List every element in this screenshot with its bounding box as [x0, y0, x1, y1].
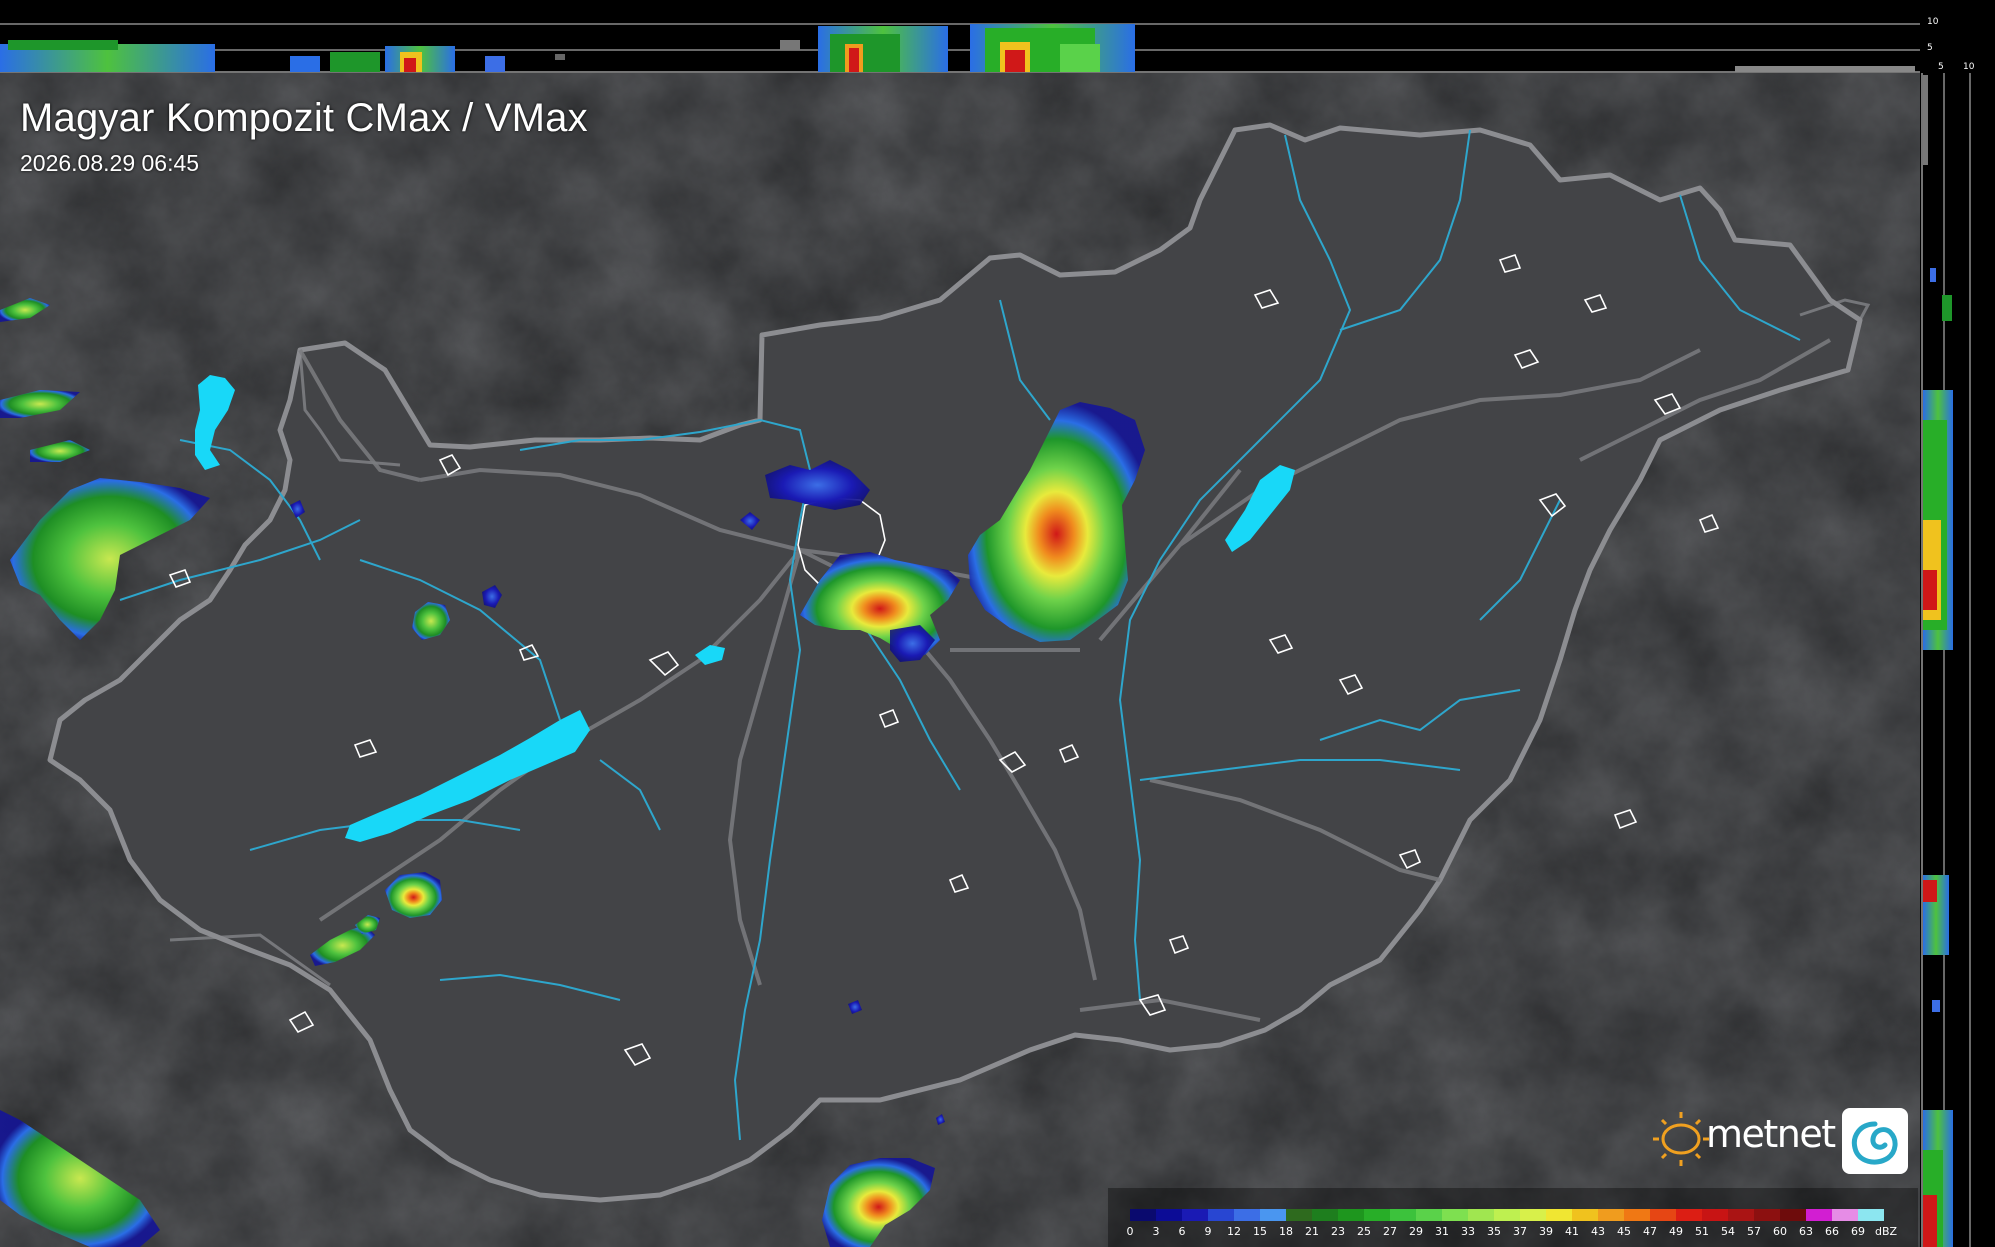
legend-tick-label: 57: [1747, 1225, 1761, 1238]
legend-tick-label: 21: [1305, 1225, 1319, 1238]
legend-swatch: [1156, 1209, 1182, 1221]
legend-swatch: [1416, 1209, 1442, 1221]
legend-swatch: [1338, 1209, 1364, 1221]
top-axis-label: 10: [1927, 17, 1939, 27]
right-axis-label: 10: [1963, 62, 1975, 72]
legend-tick-label: 49: [1669, 1225, 1683, 1238]
dbz-legend: 0 3 6 9 12 15 18 21 23 25 27 29 31 33 35 37 39 41 43 45 47 49…: [1108, 1188, 1918, 1247]
legend-swatch: [1494, 1209, 1520, 1221]
legend-swatch: [1546, 1209, 1572, 1221]
legend-swatch: [1260, 1209, 1286, 1221]
right-axis-label: 5: [1938, 62, 1944, 72]
legend-swatch: [1676, 1209, 1702, 1221]
legend-tick-label: 6: [1178, 1225, 1186, 1238]
legend-tick-label: 69: [1851, 1225, 1865, 1238]
legend-swatch: [1650, 1209, 1676, 1221]
legend-tick-label: 66: [1825, 1225, 1839, 1238]
legend-tick-label: 54: [1721, 1225, 1735, 1238]
legend-tick-label: 18: [1279, 1225, 1293, 1238]
legend-tick-label: 3: [1152, 1225, 1160, 1238]
legend-swatch: [1468, 1209, 1494, 1221]
legend-tick-label: 51: [1695, 1225, 1709, 1238]
brand-name: metnet: [1706, 1112, 1836, 1156]
legend-tick-label: 0: [1126, 1225, 1134, 1238]
radar-map[interactable]: 10 5 5 10: [0, 0, 1995, 1247]
legend-tick-label: 27: [1383, 1225, 1397, 1238]
legend-tick-label: 33: [1461, 1225, 1475, 1238]
legend-swatch: [1624, 1209, 1650, 1221]
map-title: Magyar Kompozit CMax / VMax: [20, 96, 588, 140]
legend-swatch: [1806, 1209, 1832, 1221]
legend-swatch: [1390, 1209, 1416, 1221]
legend-tick-label: 25: [1357, 1225, 1371, 1238]
legend-tick-label: 23: [1331, 1225, 1345, 1238]
top-profile-strip: [0, 0, 1920, 73]
legend-tick-label: 35: [1487, 1225, 1501, 1238]
top-axis-label: 5: [1927, 43, 1933, 53]
legend-swatch: [1598, 1209, 1624, 1221]
legend-swatch: [1754, 1209, 1780, 1221]
legend-tick-label: 29: [1409, 1225, 1423, 1238]
right-profile-strip: [1920, 73, 1995, 1247]
legend-swatch: [1130, 1209, 1156, 1221]
legend-swatch: [1208, 1209, 1234, 1221]
legend-swatch: [1520, 1209, 1546, 1221]
legend-tick-label: 60: [1773, 1225, 1787, 1238]
legend-tick-label: 9: [1204, 1225, 1212, 1238]
legend-color-bar: [1130, 1209, 1884, 1221]
legend-tick-label: 39: [1539, 1225, 1553, 1238]
legend-tick-label: 37: [1513, 1225, 1527, 1238]
legend-tick-label: 43: [1591, 1225, 1605, 1238]
legend-tick-label: 45: [1617, 1225, 1631, 1238]
legend-tick-label: 12: [1227, 1225, 1241, 1238]
legend-swatch: [1442, 1209, 1468, 1221]
legend-swatch: [1182, 1209, 1208, 1221]
legend-unit: dBZ: [1874, 1225, 1898, 1238]
legend-swatch: [1858, 1209, 1884, 1221]
legend-swatch: [1364, 1209, 1390, 1221]
legend-swatch: [1728, 1209, 1754, 1221]
legend-labels: 0 3 6 9 12 15 18 21 23 25 27 29 31 33 35 37 39 41 43 45 47 49…: [1108, 1225, 1918, 1241]
legend-tick-label: 41: [1565, 1225, 1579, 1238]
radar-map-view[interactable]: 10 5 5 10 Magyar Kompozit CMax / VMax 20…: [0, 0, 1995, 1247]
legend-swatch: [1780, 1209, 1806, 1221]
legend-swatch: [1832, 1209, 1858, 1221]
legend-swatch: [1286, 1209, 1312, 1221]
map-timestamp: 2026.08.29 06:45: [20, 150, 200, 176]
legend-swatch: [1572, 1209, 1598, 1221]
legend-swatch: [1234, 1209, 1260, 1221]
legend-tick-label: 31: [1435, 1225, 1449, 1238]
legend-tick-label: 63: [1799, 1225, 1813, 1238]
legend-tick-label: 15: [1253, 1225, 1267, 1238]
legend-swatch: [1312, 1209, 1338, 1221]
brand-logo: metnet: [1636, 1104, 1912, 1176]
legend-tick-label: 47: [1643, 1225, 1657, 1238]
legend-swatch: [1702, 1209, 1728, 1221]
